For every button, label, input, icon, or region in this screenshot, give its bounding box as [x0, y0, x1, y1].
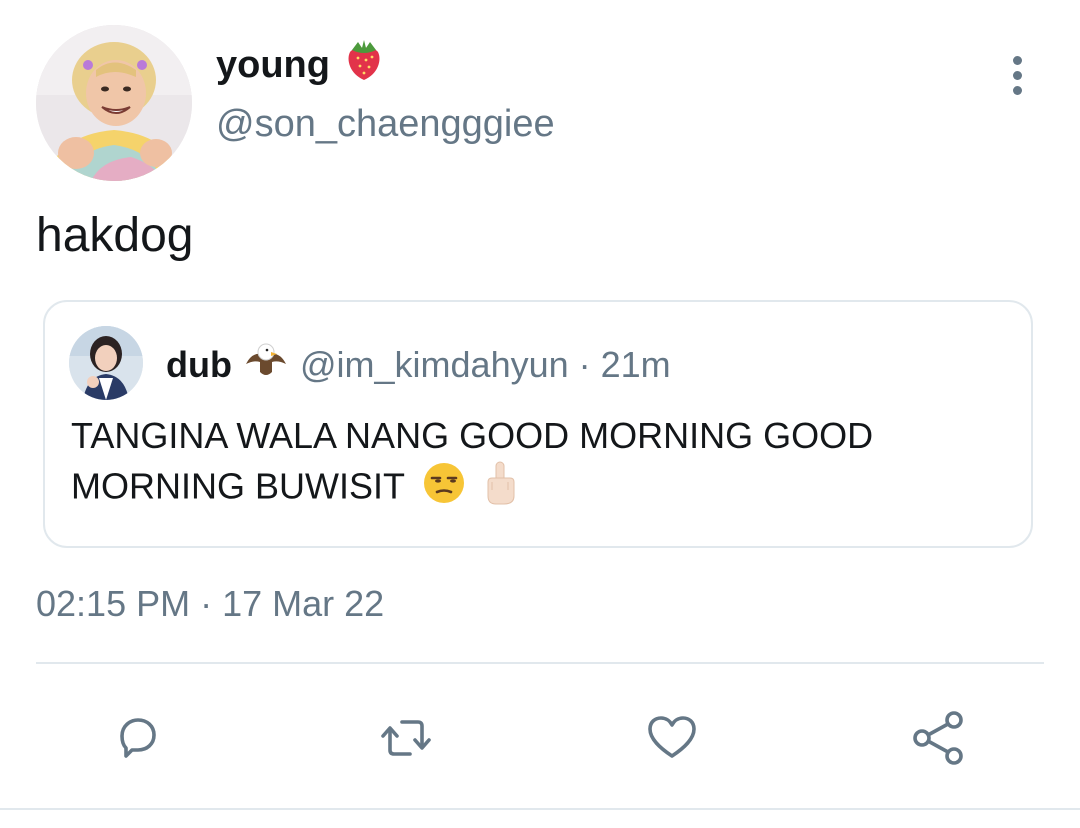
- quoted-author-name[interactable]: dub: [166, 343, 232, 387]
- more-dot: [1012, 85, 1022, 95]
- quoted-tweet-time: 21m: [600, 344, 671, 385]
- quoted-tweet-header: dub @im_kimdahyun · 21m: [166, 340, 671, 390]
- share-icon: [913, 711, 963, 765]
- quoted-tweet-card[interactable]: dub @im_kimdahyun · 21m TANGINA WALA NAN…: [43, 300, 1033, 548]
- reply-icon: [120, 718, 156, 758]
- eagle-icon: [244, 340, 288, 390]
- share-button[interactable]: [908, 708, 968, 768]
- reply-button[interactable]: [108, 708, 168, 768]
- like-icon: [648, 716, 696, 758]
- header-separator: ·: [578, 344, 591, 385]
- author-handle[interactable]: @son_chaengggiee: [216, 102, 555, 146]
- bottom-divider: [0, 808, 1080, 810]
- quoted-tweet-text: TANGINA WALA NANG GOOD MORNING GOOD MORN…: [71, 412, 1011, 518]
- author-name[interactable]: young: [216, 38, 384, 92]
- more-options-button[interactable]: [996, 50, 1038, 100]
- middle-finger-icon: [482, 460, 518, 518]
- author-display-name: young: [216, 44, 330, 86]
- more-dot: [1012, 55, 1022, 65]
- quoted-author-avatar: [69, 326, 143, 400]
- tweet-timestamp: 02:15 PM · 17 Mar 22: [36, 583, 385, 624]
- like-button[interactable]: [642, 708, 702, 768]
- actions-divider: [36, 662, 1044, 664]
- tweet-text: hakdog: [36, 209, 194, 262]
- quoted-tweet-body: TANGINA WALA NANG GOOD MORNING GOOD MORN…: [71, 415, 874, 507]
- strawberry-icon: [344, 38, 384, 92]
- author-avatar-image: [36, 25, 192, 181]
- author-avatar[interactable]: [36, 25, 192, 181]
- retweet-button[interactable]: [376, 708, 436, 768]
- unamused-face-icon: [422, 461, 466, 517]
- more-dot: [1012, 70, 1022, 80]
- quoted-author-handle[interactable]: @im_kimdahyun: [300, 343, 569, 387]
- retweet-icon: [381, 720, 431, 756]
